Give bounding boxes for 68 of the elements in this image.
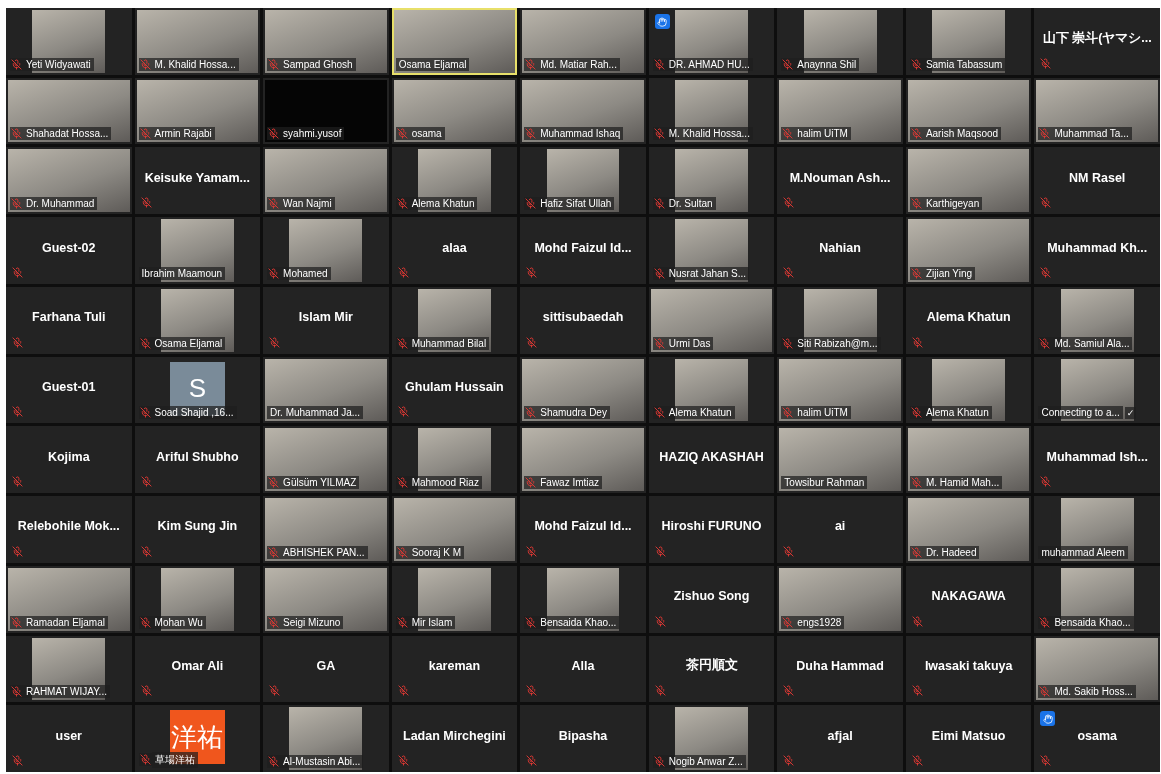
participant-name: Muhammad Ish...	[1046, 449, 1148, 464]
participant-name: syahmi.yusof	[280, 127, 345, 141]
participant-name: 山下 崇斗(ヤマシ...	[1042, 29, 1152, 47]
participant-name: sittisubaedah	[542, 310, 624, 325]
participant-name: Dr. Muhammad Ja...	[267, 406, 364, 420]
participant-name: Duha Hammad	[796, 658, 884, 673]
participant-name: kareman	[428, 658, 481, 673]
participant-name: Bipasha	[558, 728, 608, 743]
participant-name: Karthigeyan	[922, 197, 983, 211]
participant-name: Omar Ali	[171, 658, 224, 673]
participant-name: Kojima	[47, 449, 90, 464]
participant-name: Zishuo Song	[673, 589, 750, 604]
participant-name: RAHMAT WIJAY...	[23, 685, 110, 699]
participant-name: Hafiz Sifat Ullah	[537, 197, 615, 211]
participant-name: NM Rasel	[1069, 170, 1126, 185]
participant-name: Keisuke Yamam...	[144, 170, 250, 185]
participant-name: Muhammad Ishaq	[537, 127, 624, 141]
participant-name: Aarish Maqsood	[922, 127, 1002, 141]
participant-name: Guest-02	[42, 240, 96, 255]
participant-name: Islam Mir	[298, 310, 353, 325]
participant-name: Alema Khatun	[408, 197, 478, 211]
participant-name: Ladan Mirchegini	[403, 728, 506, 743]
participant-name: Gülsüm YILMAZ	[280, 476, 360, 490]
participant-name: halim UiTM	[794, 127, 851, 141]
participant-name: alaa	[442, 240, 467, 255]
participant-name: Muhammad Kh...	[1047, 240, 1148, 255]
participant-name: Md. Sakib Hoss...	[1051, 685, 1136, 699]
participant-name: M. Hamid Mah...	[922, 476, 1003, 490]
participant-name: Alema Khatun	[922, 406, 992, 420]
participant-name: Kim Sung Jin	[157, 519, 238, 534]
participant-name: Connecting to a...	[1038, 406, 1123, 420]
participant-name: Shahadat Hossa...	[23, 127, 112, 141]
participant-name: Alema Khatun	[926, 310, 1011, 325]
participant-name: Mahmood Riaz	[408, 476, 482, 490]
participant-name: Shamudra Dey	[537, 406, 610, 420]
participant-name: Relebohile Mok...	[17, 519, 120, 534]
participant-name: user	[55, 728, 82, 743]
participant-name: Guest-01	[42, 380, 96, 394]
participant-name: HAZIQ AKASHAH	[659, 449, 764, 464]
participant-name: GA	[316, 658, 336, 673]
participant-name: osama	[408, 127, 445, 141]
participant-name: Ariful Shubho	[156, 449, 239, 464]
participant-name: Wan Najmi	[280, 197, 335, 211]
participant-name: Alema Khatun	[665, 406, 735, 420]
participant-name: Muhammad Ta...	[1051, 127, 1132, 141]
participant-name: Towsibur Rahman	[781, 476, 868, 490]
participant-name: Dr. Muhammad	[23, 197, 98, 211]
participant-name: Farhana Tuli	[32, 310, 106, 325]
participant-name: halim UiTM	[794, 406, 851, 420]
participant-name: Nahian	[819, 240, 861, 255]
participant-name: ai	[834, 519, 846, 534]
participant-name: Soad Shajid ,16...	[151, 406, 237, 420]
participant-name: Hiroshi FURUNO	[661, 519, 762, 534]
participant-name: Alla	[571, 658, 595, 673]
participant-name: Dr. Sultan	[665, 197, 716, 211]
participant-name: Ghulam Hussain	[405, 380, 504, 394]
participant-name: osama	[1077, 728, 1117, 743]
participant-name: NAKAGAWA	[931, 589, 1006, 604]
participant-name: 茶円順文	[685, 657, 738, 675]
participant-name: Fawaz Imtiaz	[537, 476, 603, 490]
participant-name: M. Khalid Hossa...	[665, 127, 753, 141]
participant-name: M.Nouman Ash...	[789, 170, 891, 185]
participant-name: Mohd Faizul Id...	[534, 519, 632, 534]
participant-name: Armin Rajabi	[151, 127, 215, 141]
participant-name: Mohd Faizul Id...	[534, 240, 632, 255]
participant-name: afjal	[827, 728, 853, 743]
participant-name: Iwasaki takuya	[924, 658, 1013, 673]
participant-name: Eimi Matsuo	[931, 728, 1006, 743]
